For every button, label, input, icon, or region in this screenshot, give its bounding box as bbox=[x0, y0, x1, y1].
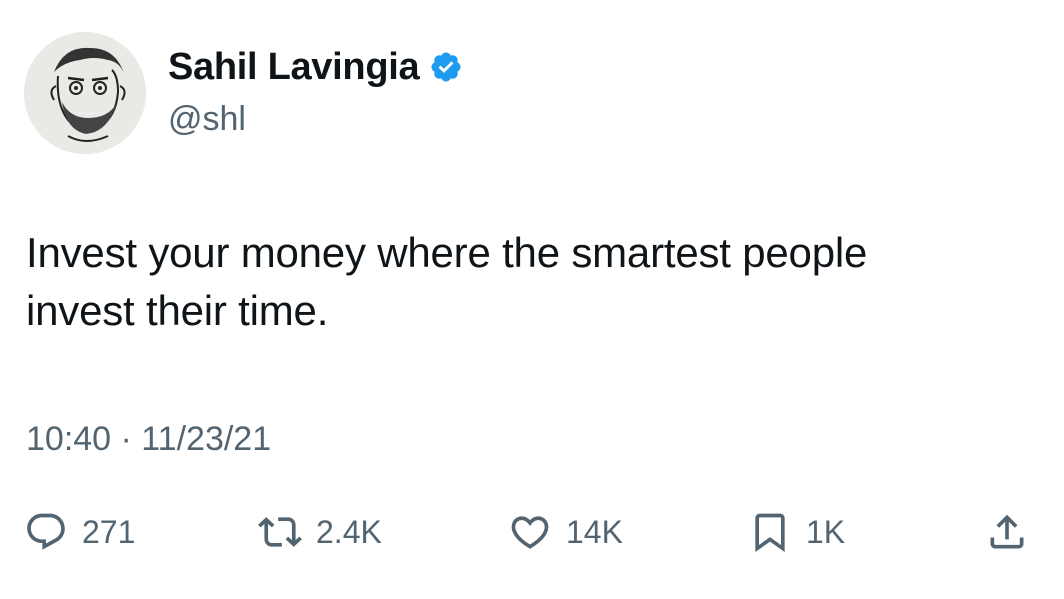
bookmark-icon bbox=[755, 513, 785, 553]
tweet-text-line: Invest your money where the smartest peo… bbox=[26, 229, 868, 276]
reply-count: 271 bbox=[82, 513, 136, 550]
author-name-row: Sahil Lavingia bbox=[168, 44, 463, 90]
tweet-card: Sahil Lavingia @shl Invest your money wh… bbox=[0, 0, 1064, 599]
tweet-text: Invest your money where the smartest peo… bbox=[26, 224, 1026, 340]
retweet-count: 2.4K bbox=[316, 513, 382, 550]
action-bar: 271 2.4K 14K 1K bbox=[0, 500, 1064, 564]
avatar-sketch-image bbox=[24, 32, 146, 154]
share-icon bbox=[990, 514, 1024, 549]
retweet-icon bbox=[258, 517, 302, 547]
bookmark-count: 1K bbox=[806, 513, 846, 550]
like-button[interactable]: 14K bbox=[508, 500, 623, 564]
reply-button[interactable]: 271 bbox=[24, 500, 135, 564]
author-handle[interactable]: @shl bbox=[168, 98, 246, 140]
retweet-button[interactable]: 2.4K bbox=[258, 500, 382, 564]
avatar[interactable] bbox=[24, 32, 146, 154]
tweet-timestamp[interactable]: 10:40 · 11/23/21 bbox=[26, 418, 271, 460]
share-button[interactable] bbox=[985, 500, 1029, 564]
verified-badge-icon bbox=[431, 52, 461, 82]
like-count: 14K bbox=[566, 513, 623, 550]
bookmark-button[interactable]: 1K bbox=[748, 500, 845, 564]
tweet-text-line: invest their time. bbox=[26, 287, 329, 334]
author-display-name[interactable]: Sahil Lavingia bbox=[168, 44, 420, 90]
reply-icon bbox=[27, 513, 65, 550]
heart-icon bbox=[511, 516, 549, 549]
